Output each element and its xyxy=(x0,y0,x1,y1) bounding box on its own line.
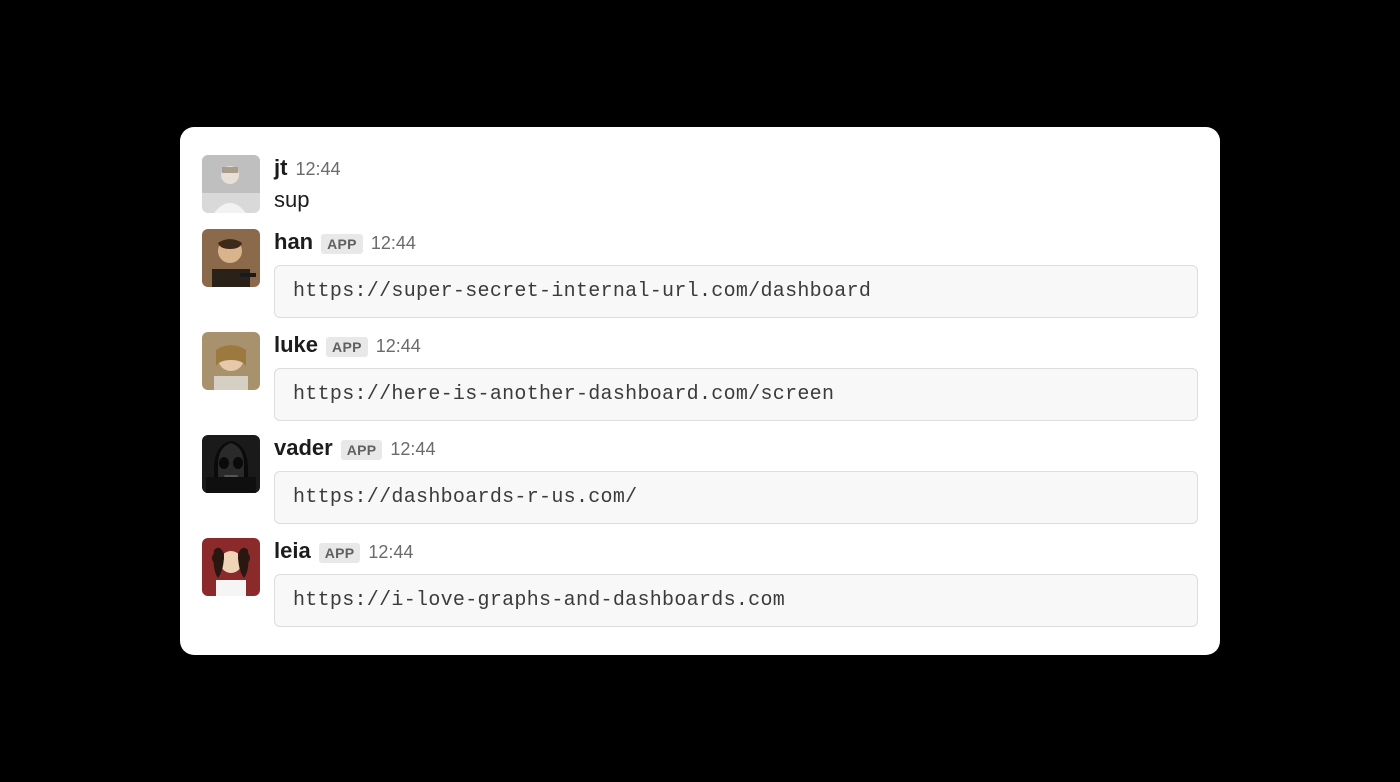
avatar[interactable] xyxy=(202,155,260,213)
username[interactable]: luke xyxy=(274,332,318,358)
message-text: sup xyxy=(274,185,1198,216)
app-badge: APP xyxy=(321,234,363,254)
code-block[interactable]: https://super-secret-internal-url.com/da… xyxy=(274,265,1198,318)
username[interactable]: vader xyxy=(274,435,333,461)
avatar[interactable] xyxy=(202,538,260,596)
avatar-icon xyxy=(202,229,260,287)
timestamp: 12:44 xyxy=(371,233,416,254)
message-body: han APP 12:44 https://super-secret-inter… xyxy=(274,229,1198,318)
message-body: leia APP 12:44 https://i-love-graphs-and… xyxy=(274,538,1198,627)
avatar-icon xyxy=(202,155,260,213)
app-badge: APP xyxy=(319,543,361,563)
avatar[interactable] xyxy=(202,435,260,493)
avatar-icon xyxy=(202,538,260,596)
avatar[interactable] xyxy=(202,229,260,287)
message-header: luke APP 12:44 xyxy=(274,332,1198,358)
message-header: vader APP 12:44 xyxy=(274,435,1198,461)
message-header: jt 12:44 xyxy=(274,155,1198,181)
message-header: leia APP 12:44 xyxy=(274,538,1198,564)
message: jt 12:44 sup xyxy=(202,155,1198,216)
chat-card: jt 12:44 sup han APP 12:44 https://super… xyxy=(180,127,1220,656)
message: leia APP 12:44 https://i-love-graphs-and… xyxy=(202,538,1198,627)
message-header: han APP 12:44 xyxy=(274,229,1198,255)
code-block[interactable]: https://i-love-graphs-and-dashboards.com xyxy=(274,574,1198,627)
avatar-icon xyxy=(202,332,260,390)
message-body: jt 12:44 sup xyxy=(274,155,1198,216)
avatar[interactable] xyxy=(202,332,260,390)
avatar-icon xyxy=(202,435,260,493)
code-block[interactable]: https://here-is-another-dashboard.com/sc… xyxy=(274,368,1198,421)
message-body: luke APP 12:44 https://here-is-another-d… xyxy=(274,332,1198,421)
message: luke APP 12:44 https://here-is-another-d… xyxy=(202,332,1198,421)
app-badge: APP xyxy=(341,440,383,460)
timestamp: 12:44 xyxy=(376,336,421,357)
message: han APP 12:44 https://super-secret-inter… xyxy=(202,229,1198,318)
timestamp: 12:44 xyxy=(368,542,413,563)
timestamp: 12:44 xyxy=(295,159,340,180)
code-block[interactable]: https://dashboards-r-us.com/ xyxy=(274,471,1198,524)
message: vader APP 12:44 https://dashboards-r-us.… xyxy=(202,435,1198,524)
message-body: vader APP 12:44 https://dashboards-r-us.… xyxy=(274,435,1198,524)
username[interactable]: han xyxy=(274,229,313,255)
username[interactable]: jt xyxy=(274,155,287,181)
app-badge: APP xyxy=(326,337,368,357)
timestamp: 12:44 xyxy=(390,439,435,460)
username[interactable]: leia xyxy=(274,538,311,564)
